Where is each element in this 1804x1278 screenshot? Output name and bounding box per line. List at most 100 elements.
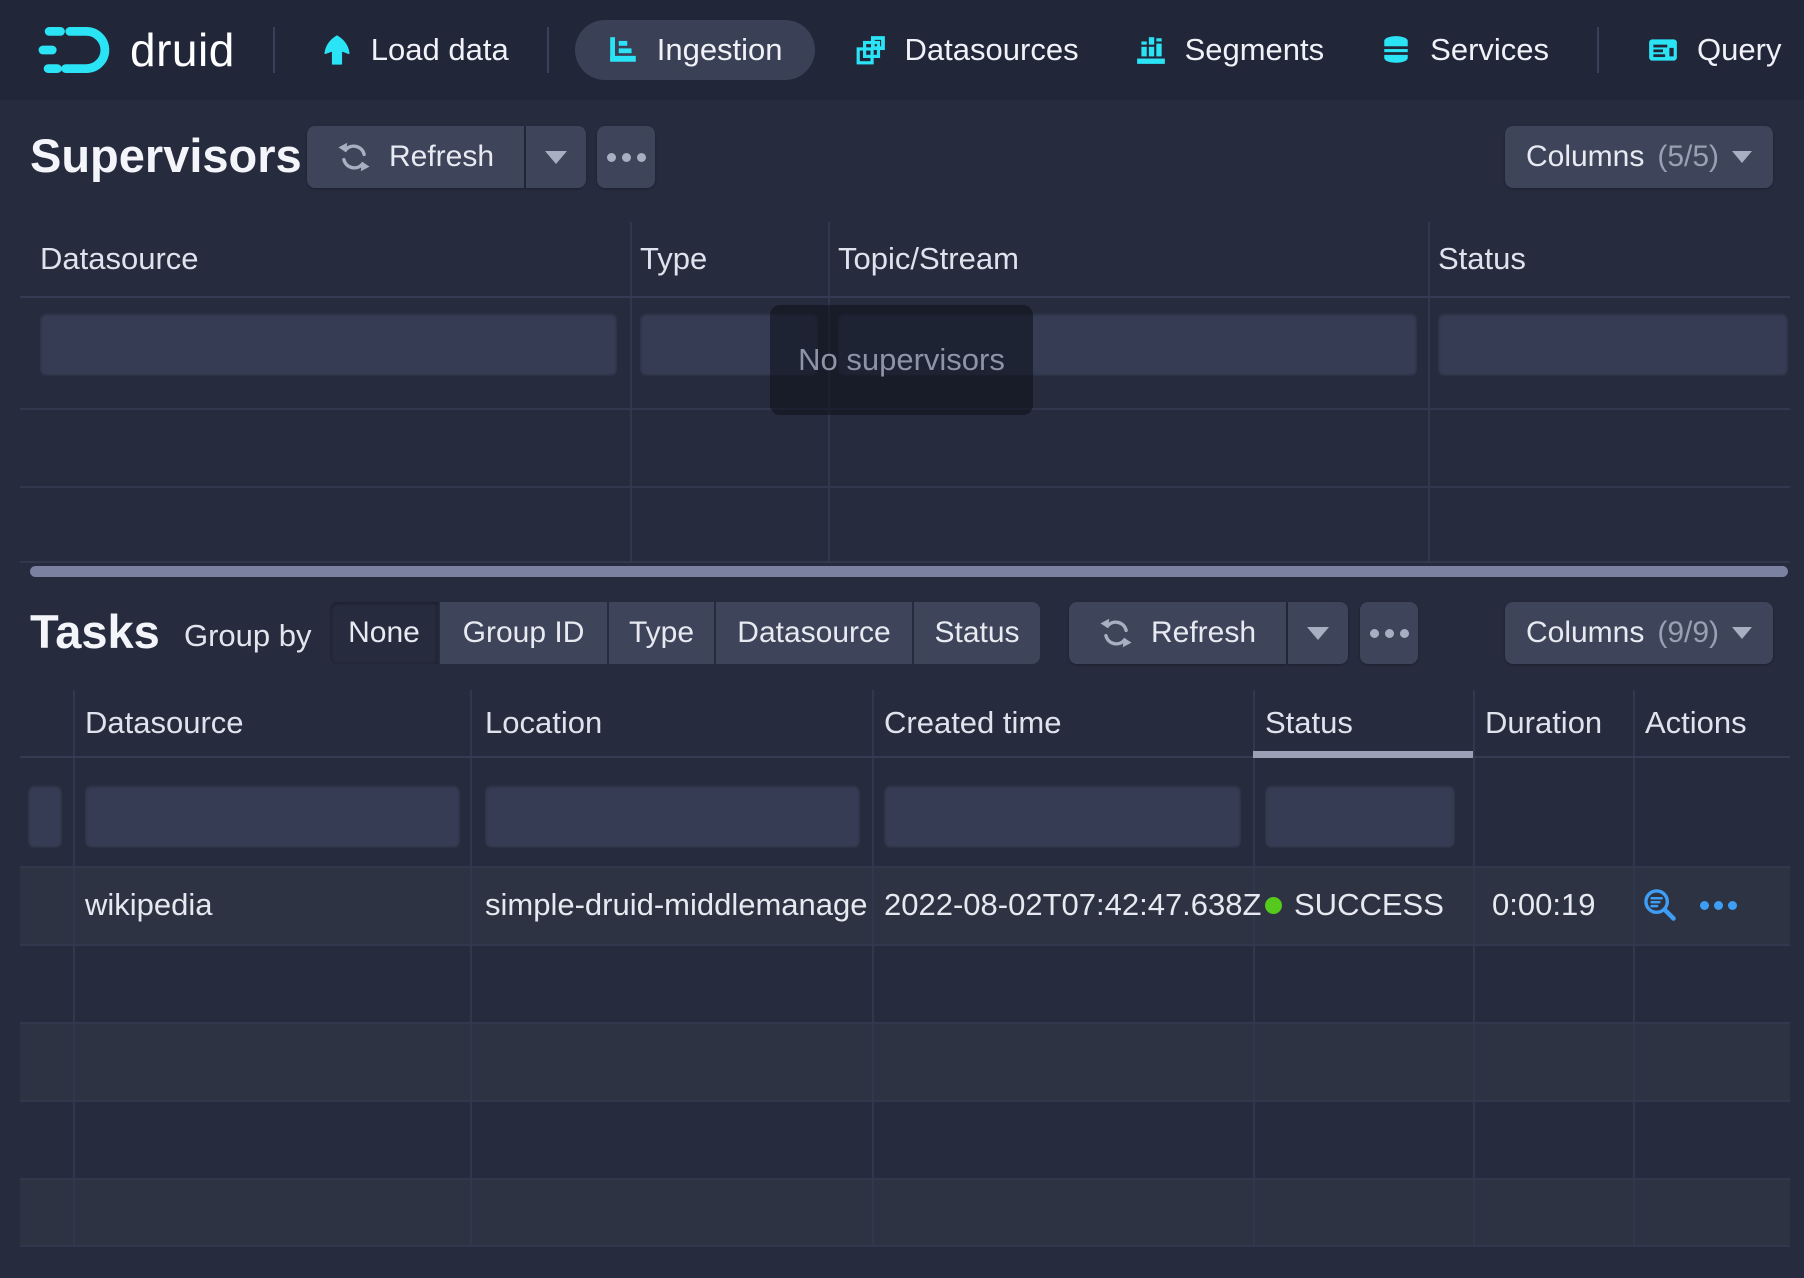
columns-label: Columns xyxy=(1526,616,1644,650)
group-by-type-button[interactable]: Type xyxy=(609,602,714,664)
column-header-status[interactable]: Status xyxy=(1265,690,1353,756)
supervisors-horizontal-scrollbar[interactable] xyxy=(30,566,1788,577)
status-sort-indicator xyxy=(1253,751,1473,758)
tasks-columns-button[interactable]: Columns (9/9) xyxy=(1505,602,1773,664)
caret-down-icon xyxy=(1307,627,1329,640)
top-nav: druid Load data xyxy=(0,0,1804,100)
column-header-datasource[interactable]: Datasource xyxy=(85,690,244,756)
nav-divider xyxy=(273,27,275,73)
supervisors-more-button[interactable] xyxy=(597,126,655,188)
druid-logo-icon xyxy=(38,18,116,82)
cell-actions xyxy=(1642,866,1737,944)
nav-item-label: Query xyxy=(1697,32,1781,68)
nav-item-label: Segments xyxy=(1185,32,1325,68)
row-divider xyxy=(20,561,1790,563)
nav-item-datasources[interactable]: Datasources xyxy=(855,32,1079,68)
tasks-refresh-button[interactable]: Refresh xyxy=(1069,602,1286,664)
created-time-filter-input[interactable] xyxy=(884,785,1241,847)
nav-item-label: Ingestion xyxy=(657,32,783,68)
magnify-details-icon[interactable] xyxy=(1642,887,1678,923)
column-header-topic-stream[interactable]: Topic/Stream xyxy=(838,222,1019,296)
group-by-status-button[interactable]: Status xyxy=(914,602,1040,664)
row-divider xyxy=(20,1245,1790,1247)
ingestion-icon xyxy=(607,34,639,66)
druid-logo-text: druid xyxy=(130,23,235,77)
caret-down-icon xyxy=(1732,151,1752,163)
task-row-wikipedia-content[interactable]: wikipedia simple-druid-middlemanager... … xyxy=(20,866,1790,944)
row-divider xyxy=(20,1178,1790,1180)
column-header-actions[interactable]: Actions xyxy=(1645,690,1747,756)
refresh-icon xyxy=(1099,616,1133,650)
column-header-status[interactable]: Status xyxy=(1438,222,1526,296)
datasources-icon xyxy=(855,34,887,66)
more-icon xyxy=(1370,629,1379,638)
status-filter-input[interactable] xyxy=(1438,313,1788,375)
supervisors-refresh-dropdown-button[interactable] xyxy=(526,126,586,188)
nav-item-services[interactable]: Services xyxy=(1380,32,1549,68)
tasks-refresh-split-button: Refresh xyxy=(1069,602,1348,664)
column-header-type[interactable]: Type xyxy=(640,222,707,296)
task-id-filter-input[interactable] xyxy=(28,785,62,847)
supervisors-table: Datasource Type Topic/Stream Status No s… xyxy=(20,222,1790,563)
tasks-title: Tasks xyxy=(30,604,160,659)
supervisors-refresh-split-button: Refresh xyxy=(307,126,586,188)
more-icon xyxy=(622,153,631,162)
datasource-filter-input[interactable] xyxy=(40,313,617,375)
query-icon xyxy=(1647,34,1679,66)
group-by-group-id-button[interactable]: Group ID xyxy=(440,602,607,664)
datasource-filter-input[interactable] xyxy=(85,785,460,847)
refresh-label: Refresh xyxy=(389,140,494,174)
column-divider xyxy=(872,690,874,1247)
services-icon xyxy=(1380,34,1412,66)
empty-row xyxy=(20,944,1790,1022)
nav-divider xyxy=(1597,27,1599,73)
druid-logo[interactable]: druid xyxy=(38,18,235,82)
columns-count: (9/9) xyxy=(1657,616,1719,650)
supervisors-columns-button[interactable]: Columns (5/5) xyxy=(1505,126,1773,188)
more-icon xyxy=(607,153,616,162)
row-actions-more-icon[interactable] xyxy=(1700,901,1737,910)
column-header-datasource[interactable]: Datasource xyxy=(40,222,199,296)
column-divider xyxy=(1633,690,1635,1247)
nav-item-query[interactable]: Query xyxy=(1647,32,1781,68)
status-filter-input[interactable] xyxy=(1265,785,1455,847)
no-supervisors-message: No supervisors xyxy=(770,305,1033,415)
nav-item-segments[interactable]: Segments xyxy=(1135,32,1325,68)
empty-row xyxy=(20,1022,1790,1100)
header-divider xyxy=(20,296,1790,298)
more-icon xyxy=(1385,629,1394,638)
column-divider xyxy=(1253,690,1255,1247)
nav-item-label: Datasources xyxy=(905,32,1079,68)
column-divider xyxy=(470,690,472,1247)
supervisors-refresh-button[interactable]: Refresh xyxy=(307,126,524,188)
group-by-datasource-button[interactable]: Datasource xyxy=(716,602,912,664)
segments-icon xyxy=(1135,34,1167,66)
druid-console: druid Load data xyxy=(0,0,1804,1278)
column-divider xyxy=(1428,222,1430,563)
nav-item-load-data[interactable]: Load data xyxy=(321,32,509,68)
nav-item-label: Services xyxy=(1430,32,1549,68)
row-divider xyxy=(20,486,1790,488)
tasks-more-button[interactable] xyxy=(1360,602,1418,664)
cell-status: SUCCESS xyxy=(1294,866,1444,944)
nav-divider xyxy=(547,27,549,73)
group-by-none-button[interactable]: None xyxy=(330,602,438,664)
nav-item-ingestion[interactable]: Ingestion xyxy=(575,20,815,80)
cell-created-time: 2022-08-02T07:42:47.638Z xyxy=(884,866,1261,944)
columns-label: Columns xyxy=(1526,140,1644,174)
cell-duration: 0:00:19 xyxy=(1492,866,1595,944)
empty-row xyxy=(20,1178,1790,1245)
success-dot xyxy=(1265,897,1282,914)
column-header-created-time[interactable]: Created time xyxy=(884,690,1061,756)
tasks-refresh-dropdown-button[interactable] xyxy=(1288,602,1348,664)
columns-count: (5/5) xyxy=(1657,140,1719,174)
location-filter-input[interactable] xyxy=(485,785,860,847)
column-header-duration[interactable]: Duration xyxy=(1485,690,1602,756)
group-by-label: Group by xyxy=(184,618,312,654)
row-divider xyxy=(20,1100,1790,1102)
refresh-icon xyxy=(337,140,371,174)
load-data-icon xyxy=(321,34,353,66)
tasks-table: Datasource Location Created time Status … xyxy=(20,690,1790,1247)
column-header-location[interactable]: Location xyxy=(485,690,602,756)
caret-down-icon xyxy=(1732,627,1752,639)
